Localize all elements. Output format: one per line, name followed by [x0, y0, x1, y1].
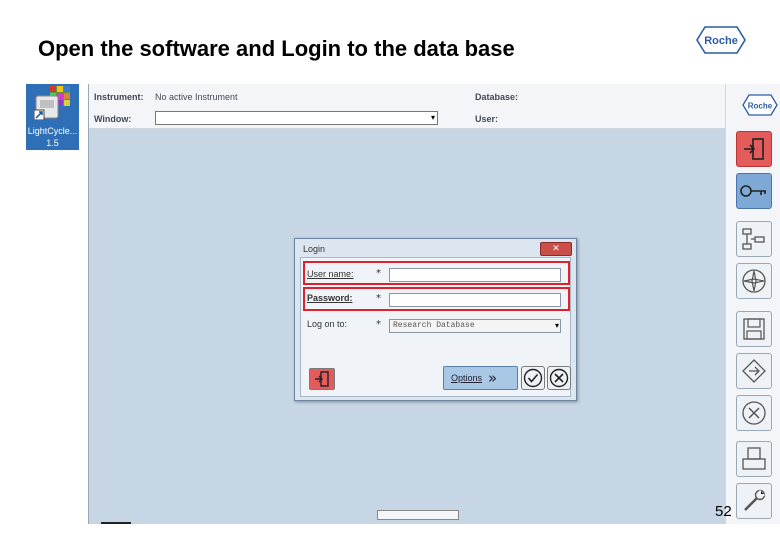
- exit-icon: [744, 138, 764, 160]
- cancel-icon: [549, 368, 569, 388]
- tools-icon: [744, 489, 766, 511]
- username-highlight: [303, 261, 570, 285]
- slide-title: Open the software and Login to the data …: [38, 36, 515, 61]
- window-select[interactable]: ▾: [155, 111, 438, 125]
- page-number: 52: [715, 503, 732, 520]
- print-button[interactable]: [736, 441, 772, 477]
- database-label: Database:: [475, 92, 519, 102]
- desktop-icon-label: LightCycle... 1.5: [26, 125, 79, 149]
- lightcycler-desktop-icon[interactable]: LightCycle... 1.5: [26, 84, 79, 150]
- exit-button[interactable]: [736, 131, 772, 167]
- options-label: Options: [451, 373, 483, 383]
- ok-button[interactable]: [521, 366, 545, 390]
- lightcycler-app-icon: [34, 86, 70, 120]
- double-chevron-right-icon: »: [488, 369, 498, 387]
- options-button[interactable]: Options »: [443, 366, 518, 390]
- app-header: Instrument: No active Instrument Window:…: [89, 84, 725, 129]
- save-button[interactable]: [736, 311, 772, 347]
- logon-label: Log on to:: [307, 319, 348, 329]
- key-icon: [740, 185, 766, 197]
- horizontal-scrollbar[interactable]: [377, 510, 459, 520]
- close-button[interactable]: [736, 395, 772, 431]
- login-key-button[interactable]: [736, 173, 772, 209]
- roche-logo-text: Roche: [704, 35, 738, 47]
- dialog-exit-button[interactable]: [309, 368, 335, 390]
- desktop-icon-label-line2: 1.5: [46, 138, 59, 148]
- compass-icon: [742, 269, 766, 293]
- password-highlight: [303, 287, 570, 311]
- cancel-button[interactable]: [547, 366, 571, 390]
- status-mark: [101, 522, 131, 524]
- instrument-label: Instrument:: [94, 92, 144, 102]
- dialog-close-button[interactable]: ✕: [540, 242, 572, 256]
- toolbar-logo-text: Roche: [748, 102, 773, 111]
- instrument-value: No active Instrument: [155, 92, 238, 102]
- logon-required-marker: *: [376, 319, 381, 330]
- login-dialog-body: User name: * Password: * Log on to: * Re…: [300, 257, 571, 397]
- close-icon: [742, 401, 766, 425]
- chevron-down-icon: ▾: [430, 113, 435, 122]
- navigator-button[interactable]: [736, 221, 772, 257]
- close-icon: ✕: [552, 244, 560, 254]
- export-button[interactable]: [736, 353, 772, 389]
- logon-select[interactable]: Research Database ▾: [389, 319, 561, 333]
- window-label: Window:: [94, 114, 132, 124]
- roche-logo: Roche: [696, 26, 746, 54]
- check-icon: [523, 368, 543, 388]
- save-icon: [743, 318, 765, 340]
- chevron-down-icon: ▾: [554, 321, 559, 330]
- logon-select-value: Research Database: [393, 321, 475, 330]
- export-icon: [742, 359, 766, 383]
- tools-button[interactable]: [736, 483, 772, 519]
- login-dialog: Login ✕ User name: * Password: * Log on …: [294, 238, 577, 401]
- exit-icon: [315, 371, 329, 387]
- compass-button[interactable]: [736, 263, 772, 299]
- print-icon: [742, 447, 766, 470]
- login-dialog-title: Login: [303, 244, 326, 254]
- right-toolbar: Roche: [725, 84, 780, 524]
- navigator-icon: [742, 228, 765, 250]
- desktop-icon-label-line1: LightCycle...: [27, 126, 78, 136]
- toolbar-roche-logo: Roche: [742, 94, 778, 116]
- user-label: User:: [475, 114, 499, 124]
